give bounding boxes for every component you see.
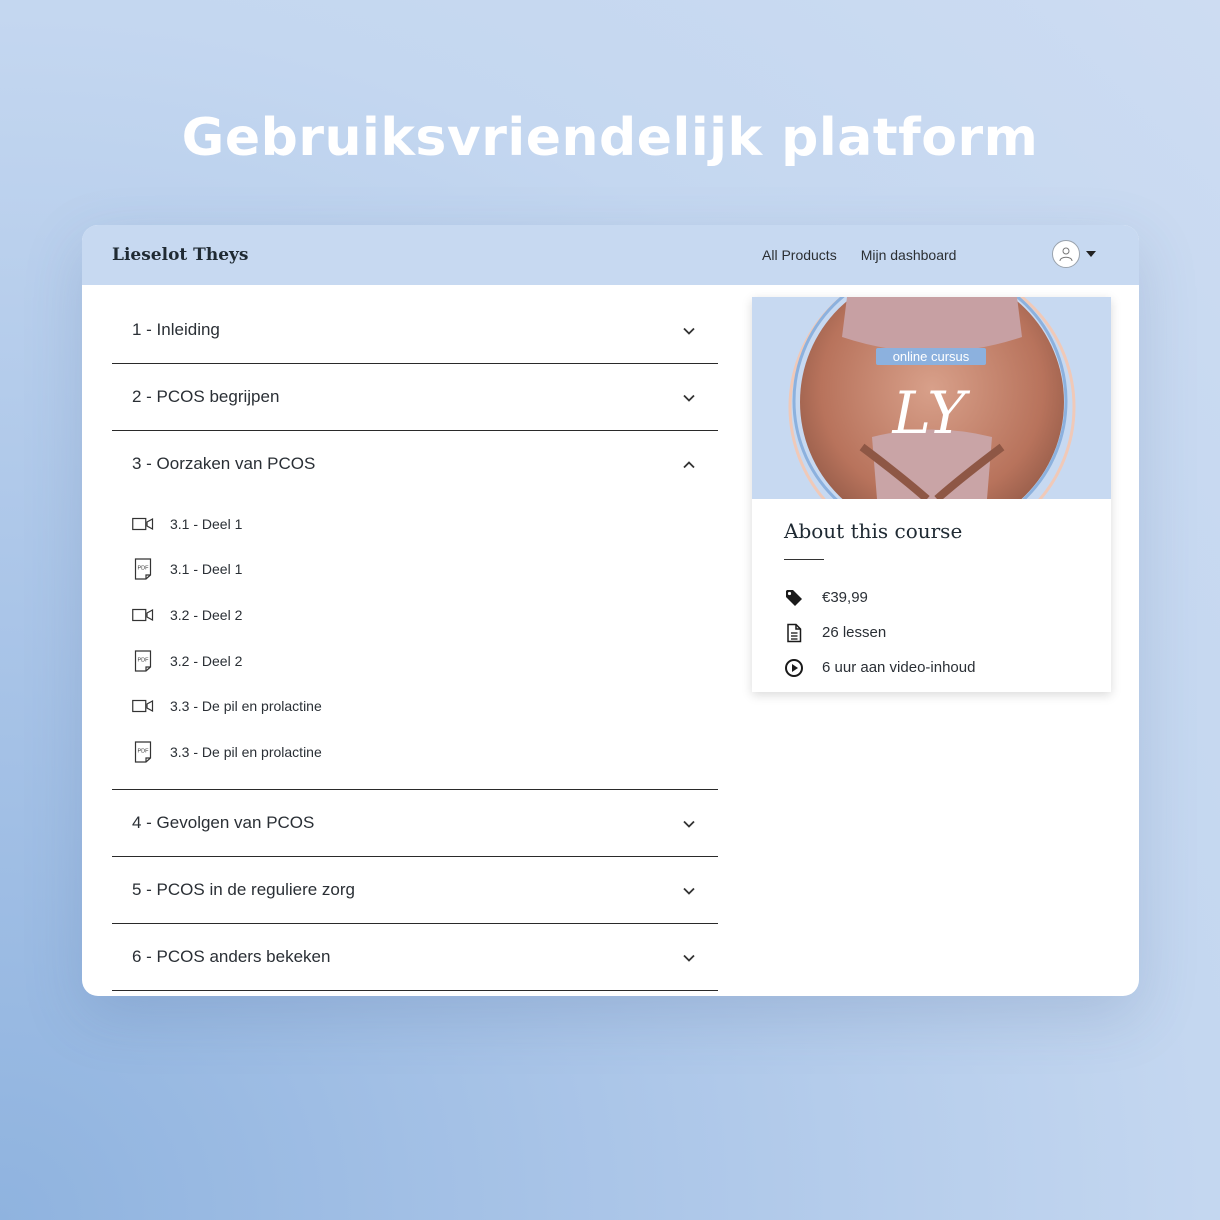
course-info: About this course €39,99 26 lessen 6 uur… [752, 499, 1111, 705]
main-nav: All Products Mijn dashboard [762, 225, 956, 285]
course-window: Lieselot Theys All Products Mijn dashboa… [82, 225, 1139, 996]
video-icon [132, 513, 154, 535]
section-toggle[interactable]: 3 - Oorzaken van PCOS [112, 431, 718, 497]
course-logo: LY [892, 379, 966, 447]
tag-icon [784, 588, 804, 608]
caret-down-icon[interactable] [1086, 251, 1096, 257]
lesson-title[interactable]: 3.3 - De pil en prolactine [170, 698, 322, 714]
nav-all-products[interactable]: All Products [762, 247, 837, 263]
lesson-item[interactable]: 3.2 - Deel 2 [132, 592, 718, 638]
video-row: 6 uur aan video-inhoud [784, 650, 1079, 685]
section-toggle[interactable]: 2 - PCOS begrijpen [112, 364, 718, 430]
lesson-list: 3.1 - Deel 1 PDF 3.1 - Deel 1 3.2 - Deel 2P… [112, 497, 718, 789]
lesson-item[interactable]: 3.1 - Deel 1 [132, 501, 718, 547]
svg-text:PDF: PDF [138, 748, 150, 754]
course-price: €39,99 [822, 589, 868, 606]
course-video-duration: 6 uur aan video-inhoud [822, 659, 976, 676]
pdf-icon: PDF [132, 558, 154, 580]
course-card: online cursus LY About this course €39,9… [752, 297, 1111, 692]
section-toggle[interactable]: 4 - Gevolgen van PCOS [112, 790, 718, 856]
svg-text:PDF: PDF [138, 566, 150, 572]
account-menu[interactable] [1052, 240, 1096, 268]
section-title[interactable]: 6 - PCOS anders bekeken [132, 947, 330, 967]
curriculum-section: 1 - Inleiding [112, 297, 718, 364]
title-divider [784, 559, 824, 560]
lessons-row: 26 lessen [784, 615, 1079, 650]
curriculum-section: 4 - Gevolgen van PCOS [112, 790, 718, 857]
user-icon [1059, 247, 1073, 262]
lesson-title[interactable]: 3.2 - Deel 2 [170, 653, 242, 669]
section-title[interactable]: 2 - PCOS begrijpen [132, 387, 279, 407]
curriculum-section: 6 - PCOS anders bekeken [112, 924, 718, 991]
online-cursus-badge: online cursus [892, 349, 970, 364]
curriculum-section: 2 - PCOS begrijpen [112, 364, 718, 431]
section-toggle[interactable]: 6 - PCOS anders bekeken [112, 924, 718, 990]
lesson-title[interactable]: 3.3 - De pil en prolactine [170, 744, 322, 760]
lesson-title[interactable]: 3.1 - Deel 1 [170, 561, 242, 577]
chevron-down-icon[interactable] [682, 950, 696, 964]
chevron-down-icon[interactable] [682, 816, 696, 830]
section-title[interactable]: 3 - Oorzaken van PCOS [132, 454, 315, 474]
brand-name[interactable]: Lieselot Theys [112, 245, 248, 265]
section-toggle[interactable]: 1 - Inleiding [112, 297, 718, 363]
top-navbar: Lieselot Theys All Products Mijn dashboa… [82, 225, 1139, 285]
pdf-icon: PDF [132, 649, 154, 672]
chevron-down-icon[interactable] [682, 323, 696, 337]
chevron-down-icon[interactable] [682, 390, 696, 404]
lesson-item[interactable]: PDF 3.2 - Deel 2 [132, 638, 718, 684]
chevron-up-icon[interactable] [682, 457, 696, 471]
curriculum-section: 5 - PCOS in de reguliere zorg [112, 857, 718, 924]
pdf-icon: PDF [132, 741, 154, 763]
nav-mijn-dashboard[interactable]: Mijn dashboard [861, 247, 957, 263]
headline: Gebruiksvriendelijk platform [181, 108, 1039, 168]
lesson-item[interactable]: 3.3 - De pil en prolactine [132, 683, 718, 729]
section-title[interactable]: 4 - Gevolgen van PCOS [132, 813, 314, 833]
course-title: About this course [784, 519, 963, 543]
curriculum: 1 - Inleiding 2 - PCOS begrijpen 3 - Oorza… [112, 297, 718, 991]
section-title[interactable]: 1 - Inleiding [132, 320, 220, 340]
chevron-down-icon[interactable] [682, 883, 696, 897]
play-circle-icon [784, 658, 804, 678]
lesson-title[interactable]: 3.2 - Deel 2 [170, 607, 242, 623]
curriculum-section: 3 - Oorzaken van PCOS 3.1 - Deel 1 PDF 3.1 … [112, 431, 718, 790]
document-icon [784, 623, 804, 643]
course-image: online cursus LY [752, 297, 1111, 499]
lesson-item[interactable]: PDF 3.1 - Deel 1 [132, 547, 718, 593]
section-title[interactable]: 5 - PCOS in de reguliere zorg [132, 880, 355, 900]
lesson-title[interactable]: 3.1 - Deel 1 [170, 516, 242, 532]
video-icon [132, 695, 154, 717]
section-toggle[interactable]: 5 - PCOS in de reguliere zorg [112, 857, 718, 923]
avatar[interactable] [1052, 240, 1080, 268]
lesson-item[interactable]: PDF 3.3 - De pil en prolactine [132, 729, 718, 775]
svg-text:PDF: PDF [138, 657, 150, 663]
price-row: €39,99 [784, 580, 1079, 615]
course-lesson-count: 26 lessen [822, 624, 887, 641]
video-icon [132, 604, 154, 626]
